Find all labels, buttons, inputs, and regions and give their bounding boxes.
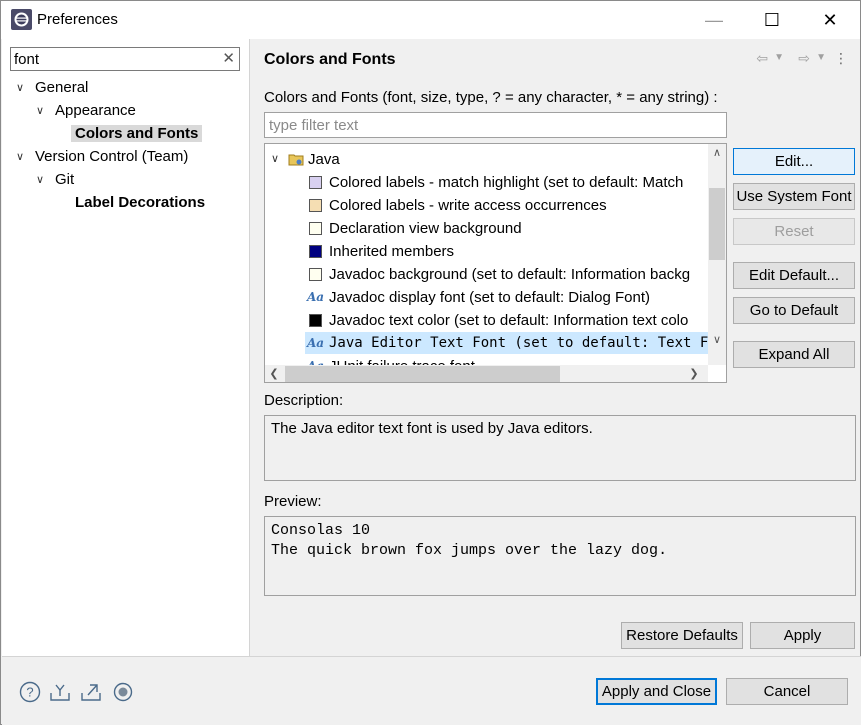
preference-tree-pane: ✕ ∨ General ∨ Appearance Colors and Font… <box>2 39 250 656</box>
chevron-down-icon[interactable]: ∨ <box>34 100 46 122</box>
dialog-footer: ? Apply and Close Cancel <box>2 656 861 725</box>
maximize-button[interactable]: ☐ <box>749 1 795 39</box>
filter-input[interactable] <box>14 49 214 69</box>
colors-fonts-tree[interactable]: ∨ Java Colored labels - match highlight … <box>264 143 727 383</box>
category-label: Java <box>308 151 340 168</box>
tree-row-selected[interactable]: Aa Java Editor Text Font (set to default… <box>265 332 725 355</box>
font-icon: Aa <box>307 336 325 350</box>
tree-row[interactable]: Aa Javadoc display font (set to default:… <box>265 286 708 309</box>
tree-row[interactable]: Javadoc text color (set to default: Info… <box>265 309 708 332</box>
description-text: The Java editor text font is used by Jav… <box>271 420 593 437</box>
view-menu-icon[interactable]: ⋮ <box>834 47 848 69</box>
use-system-font-button[interactable]: Use System Font <box>733 183 855 210</box>
eclipse-icon <box>11 9 32 30</box>
chevron-down-icon[interactable]: ∨ <box>34 169 46 191</box>
tree-row[interactable]: Aa JUnit failure trace font <box>265 355 708 365</box>
row-label: Colored labels - write access occurrence… <box>329 197 607 214</box>
scroll-right-icon[interactable]: ❯ <box>685 365 703 382</box>
colors-fonts-filter-label: Colors and Fonts (font, size, type, ? = … <box>264 89 718 106</box>
scroll-thumb[interactable] <box>709 188 725 260</box>
minimize-button[interactable]: — <box>691 1 737 39</box>
tree-item-label-decorations[interactable]: Label Decorations <box>75 192 205 214</box>
scroll-down-icon[interactable]: ∨ <box>708 331 726 349</box>
preview-box: Consolas 10 The quick brown fox jumps ov… <box>264 516 856 596</box>
tree-item-label: Colors and Fonts <box>71 125 203 142</box>
apply-and-close-button[interactable]: Apply and Close <box>596 678 717 705</box>
tree-item-label: General <box>35 79 89 96</box>
page-title: Colors and Fonts <box>264 51 396 68</box>
color-swatch <box>309 199 322 212</box>
tree-item-label: Appearance <box>55 102 136 119</box>
tree-item-label: Git <box>55 171 75 188</box>
edit-button[interactable]: Edit... <box>733 148 855 175</box>
scroll-thumb[interactable] <box>285 366 560 382</box>
horizontal-scrollbar[interactable]: ❮ ❯ <box>265 365 708 382</box>
preview-line: Consolas 10 <box>271 522 371 539</box>
cancel-button[interactable]: Cancel <box>726 678 848 705</box>
reset-button[interactable]: Reset <box>733 218 855 245</box>
window-title: Preferences <box>37 11 118 28</box>
color-swatch <box>309 314 322 327</box>
vertical-scrollbar[interactable]: ∧ ∨ <box>708 144 726 365</box>
tree-row[interactable]: Javadoc background (set to default: Info… <box>265 263 708 286</box>
chevron-down-icon[interactable]: ∨ <box>14 146 26 168</box>
tree-row[interactable]: Inherited members <box>265 240 708 263</box>
row-label: Java Editor Text Font (set to default: T… <box>329 335 726 351</box>
folder-icon <box>288 154 304 166</box>
tree-item-colors-and-fonts[interactable]: Colors and Fonts <box>71 123 203 145</box>
colors-fonts-filter-input[interactable] <box>265 113 726 137</box>
chevron-down-icon[interactable]: ∨ <box>269 148 281 170</box>
preview-label: Preview: <box>264 493 322 510</box>
filter-field[interactable]: ✕ <box>10 47 240 71</box>
row-label: Javadoc text color (set to default: Info… <box>329 312 689 329</box>
font-icon: Aa <box>307 355 324 365</box>
restore-defaults-button[interactable]: Restore Defaults <box>621 622 743 649</box>
page-header: Colors and Fonts ⇦ ▼ ⇨ ▼ ⋮ <box>251 39 860 79</box>
tree-item-label: Version Control (Team) <box>35 148 189 165</box>
clear-filter-icon[interactable]: ✕ <box>222 49 235 67</box>
apply-button[interactable]: Apply <box>750 622 855 649</box>
tree-row[interactable]: Declaration view background <box>265 217 708 240</box>
scroll-up-icon[interactable]: ∧ <box>708 144 726 162</box>
row-label: Inherited members <box>329 243 455 260</box>
expand-all-button[interactable]: Expand All <box>733 341 855 368</box>
color-swatch <box>309 222 322 235</box>
row-label: Colored labels - match highlight (set to… <box>329 174 684 191</box>
colors-fonts-filter-field[interactable] <box>264 112 727 138</box>
color-swatch <box>309 245 322 258</box>
description-box: The Java editor text font is used by Jav… <box>264 415 856 481</box>
import-icon[interactable] <box>49 681 71 703</box>
close-button[interactable]: ✕ <box>807 1 853 39</box>
row-label: Javadoc background (set to default: Info… <box>329 266 691 283</box>
row-label: JUnit failure trace font <box>329 355 475 365</box>
record-icon[interactable] <box>112 681 134 703</box>
tree-item-label: Label Decorations <box>75 194 206 211</box>
font-icon: Aa <box>307 290 325 304</box>
help-icon[interactable]: ? <box>19 681 41 703</box>
row-label: Javadoc display font (set to default: Di… <box>329 289 651 306</box>
preferences-window: Preferences — ☐ ✕ ✕ ∨ General ∨ Appearan… <box>0 0 861 725</box>
tree-row[interactable]: Colored labels - match highlight (set to… <box>265 171 708 194</box>
tree-row[interactable]: Colored labels - write access occurrence… <box>265 194 708 217</box>
row-label: Declaration view background <box>329 220 522 237</box>
edit-default-button[interactable]: Edit Default... <box>733 262 855 289</box>
scroll-left-icon[interactable]: ❮ <box>265 365 283 382</box>
forward-dropdown-icon[interactable]: ▼ <box>816 47 826 69</box>
go-to-default-button[interactable]: Go to Default <box>733 297 855 324</box>
color-swatch <box>309 176 322 189</box>
back-arrow-icon[interactable]: ⇦ <box>756 47 768 69</box>
svg-text:?: ? <box>26 685 33 700</box>
description-label: Description: <box>264 392 344 409</box>
preference-page: Colors and Fonts ⇦ ▼ ⇨ ▼ ⋮ Colors and Fo… <box>251 39 860 656</box>
export-icon[interactable] <box>80 681 102 703</box>
chevron-down-icon[interactable]: ∨ <box>14 77 26 99</box>
color-swatch <box>309 268 322 281</box>
title-bar: Preferences — ☐ ✕ <box>1 1 860 39</box>
preview-line: The quick brown fox jumps over the lazy … <box>271 542 668 559</box>
back-dropdown-icon[interactable]: ▼ <box>774 47 784 69</box>
forward-arrow-icon[interactable]: ⇨ <box>798 47 810 69</box>
